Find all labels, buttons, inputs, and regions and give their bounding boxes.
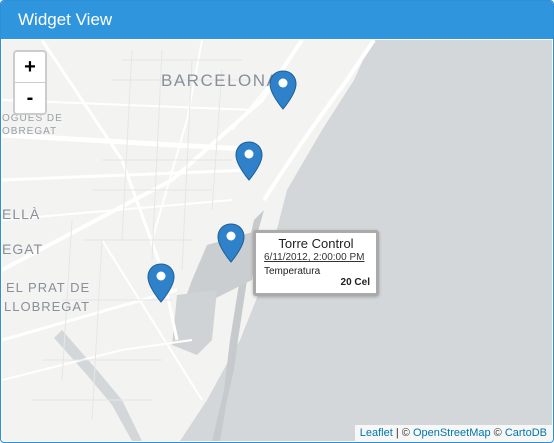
label-prat-1: EL PRAT DE [6, 280, 90, 295]
leaflet-link[interactable]: Leaflet [360, 427, 393, 439]
port-docks-south [172, 290, 217, 355]
popup-attribute-label: Temperatura [264, 266, 321, 277]
map-canvas[interactable]: BARCELONA OGUES DE OBREGAT ELLÀ EGAT EL … [2, 40, 552, 441]
map-attribution: Leaflet | © OpenStreetMap © CartoDB [354, 425, 552, 441]
zoom-out-button[interactable]: - [15, 83, 45, 113]
label-barcelona: BARCELONA [161, 71, 279, 90]
label-cornella-1: ELLÀ [2, 206, 40, 222]
label-hospitalet-2: OBREGAT [2, 126, 57, 137]
map-pin-icon [235, 141, 263, 181]
widget-panel: Widget View BARCELONA OGUES DE OBREGAT E… [0, 0, 554, 443]
map-marker-barcelona[interactable] [268, 70, 298, 110]
map-marker-port-north[interactable] [234, 141, 264, 181]
popup-date: 6/11/2012, 2:00:00 PM [264, 252, 365, 263]
map-marker-prat[interactable] [146, 263, 176, 303]
openstreetmap-link[interactable]: OpenStreetMap [413, 427, 491, 439]
map-pin-icon [269, 70, 297, 110]
map-marker-torre-control[interactable] [216, 223, 246, 263]
popup-title: Torre Control [278, 236, 354, 251]
zoom-control: + - [13, 50, 47, 115]
label-prat-2: LLOBREGAT [4, 299, 90, 314]
map-pin-icon [147, 263, 175, 303]
label-cornella-2: EGAT [2, 241, 43, 257]
widget-title: Widget View [18, 10, 113, 29]
cartodb-link[interactable]: CartoDB [505, 427, 547, 439]
popup-attribute-value: 20 Cel [340, 277, 370, 288]
widget-header: Widget View [1, 1, 553, 39]
map-pin-icon [217, 223, 245, 263]
attribution-separator-2: © [490, 427, 505, 439]
zoom-in-button[interactable]: + [15, 52, 45, 83]
river [54, 330, 142, 441]
attribution-separator-1: | © [392, 427, 413, 439]
marker-popup: Torre Control 6/11/2012, 2:00:00 PM Temp… [253, 230, 379, 296]
